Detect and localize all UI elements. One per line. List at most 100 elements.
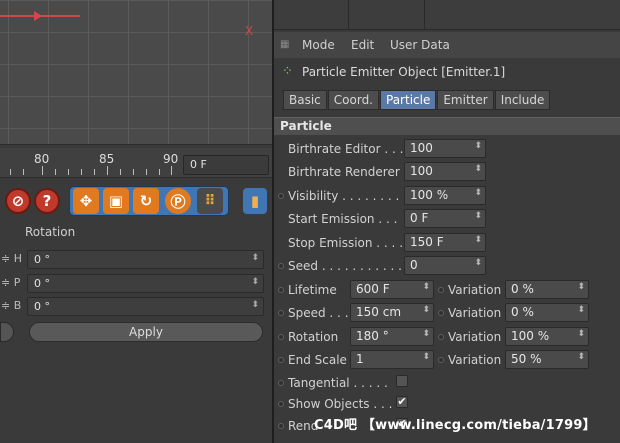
menu-mode[interactable]: Mode (302, 38, 335, 52)
rotation-h-value: 0 ° (34, 253, 50, 266)
animate-dot-icon[interactable] (438, 287, 444, 293)
birthrate-renderer-field[interactable]: 100 ⬍ (404, 162, 486, 181)
param-label: Seed . . . . . . . . . . . . . (288, 259, 418, 273)
move-icon[interactable]: ✥ (73, 188, 99, 214)
strip-divider (424, 0, 425, 30)
stepper-arrows-icon[interactable]: ⬍ (474, 258, 482, 268)
animate-dot-icon[interactable] (278, 287, 284, 293)
param-rotation: Rotation 180 ° ⬍ Variation 100 % ⬍ (274, 327, 620, 347)
animate-dot-icon[interactable] (438, 310, 444, 316)
animate-dot-icon[interactable] (278, 357, 284, 363)
rotation-field[interactable]: 180 ° ⬍ (350, 327, 434, 346)
speed-variation-field[interactable]: 0 % ⬍ (505, 303, 589, 322)
stepper-arrows-icon[interactable]: ⬍ (577, 329, 585, 339)
rotation-p-field[interactable]: 0 ° ⬍ (27, 274, 264, 293)
stepper-arrows-icon[interactable]: ⬍ (577, 352, 585, 362)
stepper-arrows-icon[interactable]: ⬍ (577, 282, 585, 292)
particle-section-header[interactable]: Particle (274, 117, 620, 135)
param-value: 150 cm (356, 305, 402, 319)
animate-dot-icon[interactable] (278, 193, 284, 199)
param-lifetime: Lifetime 600 F ⬍ Variation 0 % ⬍ (274, 280, 620, 300)
editor-left-panel: X 80 85 90 0 F ⊘ ? ✥ ▣ ↻ Ⓟ ⠿ ▮ Rotation … (0, 0, 272, 443)
variation-label: Variation (448, 330, 502, 344)
grip-icon[interactable]: ▦ (280, 39, 289, 50)
param-label: Tangential . . . . . (288, 376, 388, 390)
stepper-arrows-icon[interactable]: ⬍ (422, 329, 430, 339)
stepper-arrows-icon[interactable]: ⬍ (251, 300, 259, 310)
tab-include[interactable]: Include (494, 90, 551, 110)
rotation-variation-field[interactable]: 100 % ⬍ (505, 327, 589, 346)
stepper-arrows-icon[interactable]: ⬍ (474, 141, 482, 151)
current-frame-field[interactable]: 0 F (183, 155, 269, 175)
animate-dot-icon[interactable] (278, 263, 284, 269)
param-value: 100 (410, 164, 433, 178)
viewport-grid (0, 0, 272, 144)
param-value: 0 % (511, 282, 534, 296)
param-label: Birthrate Editor . . . (288, 142, 404, 156)
animate-dot-icon[interactable] (438, 334, 444, 340)
end-scale-field[interactable]: 1 ⬍ (350, 350, 434, 369)
rotation-b-field[interactable]: 0 ° ⬍ (27, 297, 264, 316)
stepper-arrows-icon[interactable]: ⬍ (474, 211, 482, 221)
stepper-arrows-icon[interactable]: ⬍ (474, 164, 482, 174)
animate-dot-icon[interactable] (278, 310, 284, 316)
param-value: 150 F (410, 235, 444, 249)
ruler-tick (107, 166, 108, 175)
param-value: 100 % (410, 188, 449, 202)
menu-user-data[interactable]: User Data (390, 38, 450, 52)
param-value: 0 F (410, 211, 429, 225)
variation-label: Variation (448, 306, 502, 320)
tab-basic[interactable]: Basic (283, 90, 327, 110)
animate-dot-icon[interactable] (278, 423, 284, 429)
animate-dot-icon[interactable] (278, 380, 284, 386)
section-title: Particle (280, 119, 332, 133)
grid-dots-icon[interactable]: ⠿ (197, 188, 223, 214)
ruler-tick-label: 90 (163, 152, 179, 166)
apply-button[interactable]: Apply (29, 322, 263, 342)
tab-emitter[interactable]: Emitter (437, 90, 494, 110)
stepper-arrows-icon[interactable]: ⬍ (577, 305, 585, 315)
stop-emission-field[interactable]: 150 F ⬍ (404, 233, 486, 252)
stepper-arrows-icon[interactable]: ⬍ (422, 305, 430, 315)
end-scale-variation-field[interactable]: 50 % ⬍ (505, 350, 589, 369)
lifetime-variation-field[interactable]: 0 % ⬍ (505, 280, 589, 299)
show-objects-checkbox[interactable]: ✔ (396, 396, 408, 408)
stepper-arrows-icon[interactable]: ⬍ (251, 277, 259, 287)
help-icon[interactable]: ? (34, 188, 60, 214)
attribute-menu-bar: ▦ Mode Edit User Data (274, 32, 620, 58)
birthrate-editor-field[interactable]: 100 ⬍ (404, 139, 486, 158)
emitter-object-icon: ⁘ (282, 64, 293, 79)
rotate-icon[interactable]: ↻ (133, 188, 159, 214)
close-circle-icon[interactable]: ⊘ (5, 188, 31, 214)
animate-dot-icon[interactable] (278, 401, 284, 407)
current-frame-value: 0 F (190, 158, 207, 171)
film-icon[interactable]: ▮ (243, 188, 267, 214)
stepper-arrows-icon[interactable]: ⬍ (422, 352, 430, 362)
rotation-h-field[interactable]: 0 ° ⬍ (27, 250, 264, 269)
start-emission-field[interactable]: 0 F ⬍ (404, 209, 486, 228)
tangential-checkbox[interactable] (396, 375, 408, 387)
seed-field[interactable]: 0 ⬍ (404, 256, 486, 275)
visibility-field[interactable]: 100 % ⬍ (404, 186, 486, 205)
parking-icon[interactable]: Ⓟ (165, 188, 191, 214)
stepper-arrows-icon[interactable]: ⬍ (422, 282, 430, 292)
animate-dot-icon[interactable] (278, 334, 284, 340)
lifetime-field[interactable]: 600 F ⬍ (350, 280, 434, 299)
param-show-objects: Show Objects . . . ✔ (274, 394, 620, 414)
speed-field[interactable]: 150 cm ⬍ (350, 303, 434, 322)
tool-palette: ⊘ ? ✥ ▣ ↻ Ⓟ ⠿ ▮ (0, 184, 272, 218)
animate-dot-icon[interactable] (438, 357, 444, 363)
ruler-tick-label: 85 (99, 152, 115, 166)
stepper-arrows-icon[interactable]: ⬍ (474, 235, 482, 245)
coordinate-mode-dropdown[interactable] (0, 322, 14, 342)
rotation-section-title: Rotation (25, 225, 76, 239)
scale-icon[interactable]: ▣ (103, 188, 129, 214)
viewport[interactable]: X (0, 0, 272, 145)
ruler-tick (23, 169, 24, 175)
menu-edit[interactable]: Edit (351, 38, 374, 52)
object-title: Particle Emitter Object [Emitter.1] (302, 65, 506, 79)
stepper-arrows-icon[interactable]: ⬍ (251, 253, 259, 263)
tab-particle[interactable]: Particle (380, 90, 437, 110)
stepper-arrows-icon[interactable]: ⬍ (474, 188, 482, 198)
tab-coord[interactable]: Coord. (327, 90, 379, 110)
